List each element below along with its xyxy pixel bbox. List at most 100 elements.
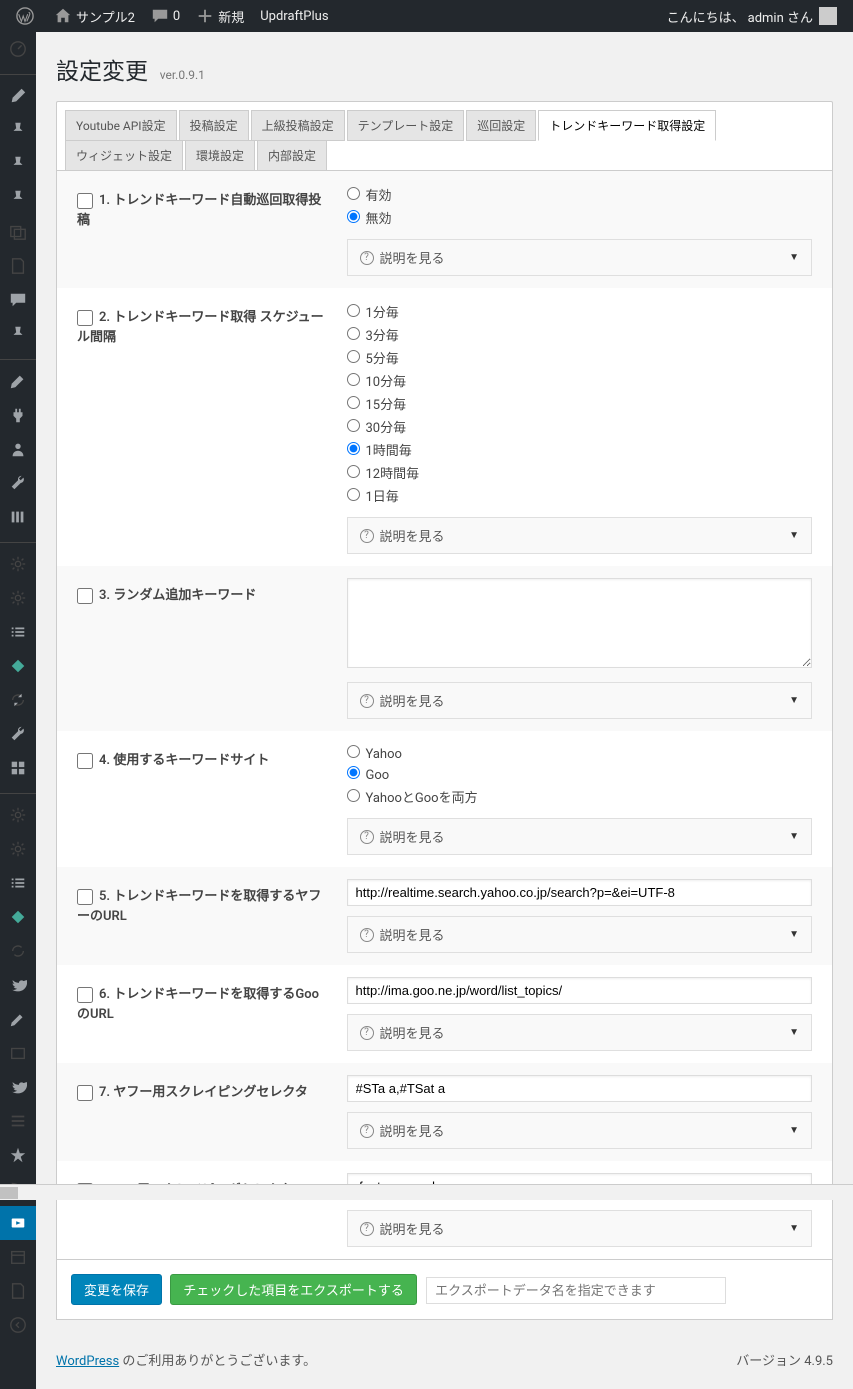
menu-diamond-2[interactable] (0, 900, 36, 934)
save-button[interactable]: 変更を保存 (71, 1274, 162, 1305)
menu-grid[interactable] (0, 751, 36, 785)
export-button[interactable]: チェックした項目をエクスポートする (170, 1274, 417, 1305)
r2-option[interactable]: 5分毎 (347, 346, 813, 369)
r4-option[interactable]: Goo (347, 764, 813, 785)
tab-内部設定[interactable]: 内部設定 (257, 140, 327, 171)
row4-export-checkbox[interactable] (77, 753, 93, 769)
menu-refresh[interactable] (0, 683, 36, 717)
menu-gear-3[interactable] (0, 798, 36, 832)
tab-巡回設定[interactable]: 巡回設定 (466, 110, 536, 141)
menu-doc[interactable] (0, 1274, 36, 1308)
horizontal-scrollbar[interactable] (0, 1184, 853, 1200)
menu-twitter-2[interactable] (0, 1070, 36, 1104)
r2-radio[interactable] (347, 419, 360, 432)
r1-radio[interactable] (347, 210, 360, 223)
menu-collapse[interactable] (0, 1308, 36, 1342)
tab-Youtube API設定[interactable]: Youtube API設定 (65, 110, 177, 141)
r2-option[interactable]: 1時間毎 (347, 438, 813, 461)
menu-tools[interactable] (0, 466, 36, 500)
row2-accordion[interactable]: ?説明を見る▼ (347, 517, 813, 554)
r2-option[interactable]: 30分毎 (347, 415, 813, 438)
r2-option[interactable]: 15分毎 (347, 392, 813, 415)
menu-settings[interactable] (0, 500, 36, 534)
tab-上級投稿設定[interactable]: 上級投稿設定 (251, 110, 345, 141)
r2-radio[interactable] (347, 396, 360, 409)
r4-radio[interactable] (347, 745, 360, 758)
row1-export-checkbox[interactable] (77, 193, 93, 209)
menu-current-active[interactable] (0, 1206, 36, 1240)
menu-plugins[interactable] (0, 398, 36, 432)
row5-accordion[interactable]: ?説明を見る▼ (347, 916, 813, 953)
tab-テンプレート設定[interactable]: テンプレート設定 (347, 110, 465, 141)
row5-export-checkbox[interactable] (77, 889, 93, 905)
yahoo-selector-input[interactable] (347, 1075, 813, 1102)
tab-投稿設定[interactable]: 投稿設定 (179, 110, 249, 141)
export-name-input[interactable] (426, 1277, 726, 1304)
r1-option[interactable]: 無効 (347, 206, 813, 229)
row2-export-checkbox[interactable] (77, 310, 93, 326)
menu-pin-4[interactable] (0, 317, 36, 351)
goo-url-input[interactable] (347, 977, 813, 1004)
r1-radio[interactable] (347, 187, 360, 200)
comments-link[interactable]: 0 (143, 0, 188, 32)
row7-export-checkbox[interactable] (77, 1085, 93, 1101)
r2-option[interactable]: 1日毎 (347, 484, 813, 507)
menu-pin-3[interactable] (0, 181, 36, 215)
r2-option[interactable]: 1分毎 (347, 300, 813, 323)
menu-pages[interactable] (0, 249, 36, 283)
row3-accordion[interactable]: ?説明を見る▼ (347, 682, 813, 719)
menu-tool-2[interactable] (0, 717, 36, 751)
menu-appearance[interactable] (0, 364, 36, 398)
tab-ウィジェット設定[interactable]: ウィジェット設定 (65, 140, 183, 171)
random-keyword-textarea[interactable] (347, 578, 813, 668)
menu-gear-1[interactable] (0, 547, 36, 581)
r2-radio[interactable] (347, 373, 360, 386)
r4-option[interactable]: Yahoo (347, 743, 813, 764)
r2-option[interactable]: 10分毎 (347, 369, 813, 392)
menu-pin-2[interactable] (0, 147, 36, 181)
r4-radio[interactable] (347, 789, 360, 802)
yahoo-url-input[interactable] (347, 879, 813, 906)
r2-radio[interactable] (347, 488, 360, 501)
menu-dashboard[interactable] (0, 32, 36, 66)
wordpress-link[interactable]: WordPress (56, 1354, 119, 1369)
row3-export-checkbox[interactable] (77, 588, 93, 604)
row8-accordion[interactable]: ?説明を見る▼ (347, 1210, 813, 1247)
r2-option[interactable]: 3分毎 (347, 323, 813, 346)
site-name-link[interactable]: サンプル2 (46, 0, 143, 32)
r2-radio[interactable] (347, 442, 360, 455)
menu-write[interactable] (0, 1002, 36, 1036)
menu-pin-1[interactable] (0, 113, 36, 147)
menu-diamond-1[interactable] (0, 649, 36, 683)
row1-accordion[interactable]: ?説明を見る▼ (347, 239, 813, 276)
menu-media[interactable] (0, 215, 36, 249)
menu-calendar[interactable] (0, 1240, 36, 1274)
updraft-link[interactable]: UpdraftPlus (252, 0, 336, 32)
r4-option[interactable]: YahooとGooを両方 (347, 785, 813, 808)
menu-box[interactable] (0, 1036, 36, 1070)
r1-option[interactable]: 有効 (347, 183, 813, 206)
r2-option[interactable]: 12時間毎 (347, 461, 813, 484)
row6-accordion[interactable]: ?説明を見る▼ (347, 1014, 813, 1051)
r2-radio[interactable] (347, 465, 360, 478)
wp-logo[interactable] (8, 0, 46, 32)
account-link[interactable]: こんにちは、 admin さん (659, 0, 845, 32)
menu-users[interactable] (0, 432, 36, 466)
r4-radio[interactable] (347, 766, 360, 779)
row7-accordion[interactable]: ?説明を見る▼ (347, 1112, 813, 1149)
menu-twitter-1[interactable] (0, 968, 36, 1002)
menu-list-2[interactable] (0, 866, 36, 900)
menu-list-1[interactable] (0, 615, 36, 649)
menu-gear-4[interactable] (0, 832, 36, 866)
row4-accordion[interactable]: ?説明を見る▼ (347, 818, 813, 855)
tab-トレンドキーワード取得設定[interactable]: トレンドキーワード取得設定 (538, 110, 716, 141)
menu-lines[interactable] (0, 1104, 36, 1138)
menu-star[interactable] (0, 1138, 36, 1172)
row6-export-checkbox[interactable] (77, 987, 93, 1003)
r2-radio[interactable] (347, 304, 360, 317)
menu-comments[interactable] (0, 283, 36, 317)
r2-radio[interactable] (347, 327, 360, 340)
menu-gear-2[interactable] (0, 581, 36, 615)
new-content-link[interactable]: 新規 (188, 0, 252, 32)
tab-環境設定[interactable]: 環境設定 (185, 140, 255, 171)
